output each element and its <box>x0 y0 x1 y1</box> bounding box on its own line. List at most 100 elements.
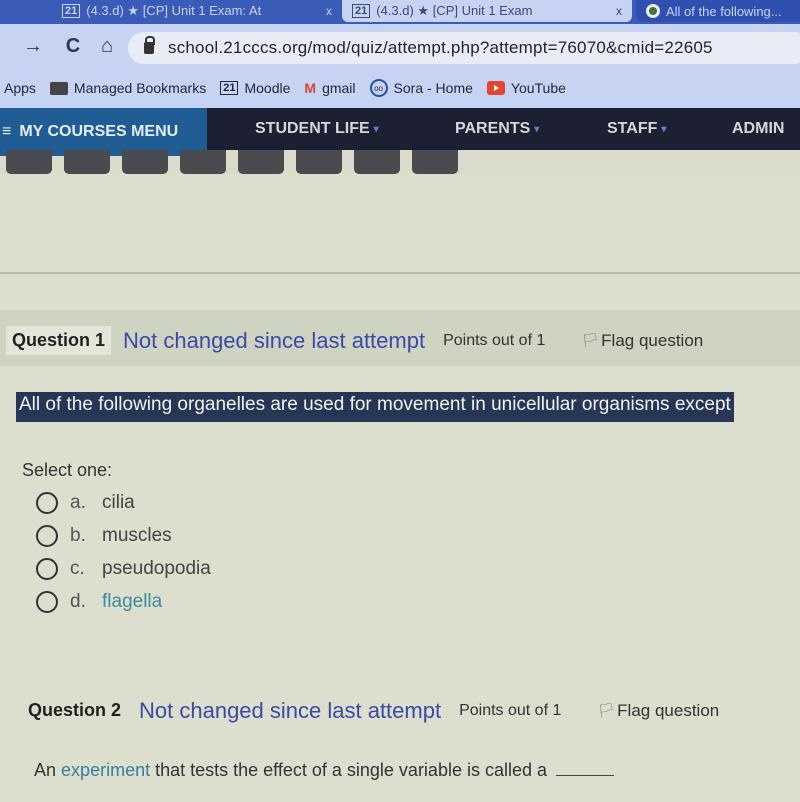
bookmark-sora[interactable]: oo Sora - Home <box>369 79 473 97</box>
question-points: Points out of 1 <box>459 701 562 719</box>
question-state: Not changed since last attempt <box>123 327 426 353</box>
question-2-text: An experiment that tests the effect of a… <box>34 760 615 781</box>
sora-icon: oo <box>369 79 388 97</box>
caret-down-icon: ▾ <box>373 123 379 135</box>
flag-label: Flag question <box>601 330 704 350</box>
bookmarks-bar: Apps Managed Bookmarks 21 Moodle M gmail… <box>0 68 800 108</box>
answer-option-a[interactable]: a. cilia <box>36 490 211 515</box>
glossary-link[interactable]: experiment <box>61 760 150 780</box>
browser-toolbar: → C ⌂ school.21cccs.org/mod/quiz/attempt… <box>0 24 800 68</box>
option-text: muscles <box>102 524 172 546</box>
nav-admin[interactable]: ADMIN <box>732 120 784 138</box>
youtube-icon <box>486 81 505 95</box>
divider <box>0 272 800 274</box>
select-one-prompt: Select one: <box>22 460 113 480</box>
21cccs-icon: 21 <box>62 4 81 18</box>
bookmark-label: gmail <box>322 80 356 96</box>
question-1-header: Question 1 Not changed since last attemp… <box>6 326 703 355</box>
home-icon[interactable]: ⌂ <box>92 35 122 58</box>
nav-label: ADMIN <box>732 120 785 137</box>
gmail-icon: M <box>304 80 317 96</box>
q2-text-post: that tests the effect of a single variab… <box>155 760 548 780</box>
option-letter: c. <box>70 557 85 579</box>
tab-bar: 21 (4.3.d) ★ [CP] Unit 1 Exam: At x 21 (… <box>0 0 800 24</box>
bookmark-label: Managed Bookmarks <box>73 80 207 96</box>
url-text: school.21cccs.org/mod/quiz/attempt.php?a… <box>168 38 713 57</box>
quiz-nav-tile[interactable] <box>296 150 342 174</box>
radio-button[interactable] <box>36 557 58 580</box>
answer-option-d[interactable]: d. flagella <box>36 589 211 614</box>
radio-button[interactable] <box>36 590 58 613</box>
hamburger-icon: ≡ <box>2 123 12 140</box>
question-1-text: All of the following organelles are used… <box>16 392 734 422</box>
nav-label: STAFF <box>607 120 658 137</box>
quiz-nav-tile[interactable] <box>64 150 110 174</box>
flag-question-button[interactable]: 🏳 Flag question <box>597 701 719 721</box>
flag-label: Flag question <box>617 700 720 720</box>
caret-down-icon: ▾ <box>534 123 540 135</box>
nav-staff[interactable]: STAFF ▾ <box>607 120 666 138</box>
question-state: Not changed since last attempt <box>139 697 442 723</box>
quiz-nav-tile[interactable] <box>6 150 52 174</box>
reload-icon[interactable]: C <box>58 35 88 58</box>
google-icon <box>646 4 660 18</box>
quiz-nav-tile[interactable] <box>180 150 226 174</box>
close-icon[interactable]: x <box>326 4 332 18</box>
option-letter: a. <box>70 491 86 513</box>
21cccs-icon: 21 <box>352 4 371 18</box>
tab-title: (4.3.d) ★ [CP] Unit 1 Exam: At <box>86 3 262 18</box>
browser-tab[interactable]: All of the following... <box>636 0 800 22</box>
nav-label: STUDENT LIFE <box>255 120 370 137</box>
bookmark-label: Apps <box>4 80 36 96</box>
address-bar[interactable]: school.21cccs.org/mod/quiz/attempt.php?a… <box>128 32 800 64</box>
option-text: cilia <box>102 491 135 513</box>
nav-student-life[interactable]: STUDENT LIFE ▾ <box>255 120 379 138</box>
answer-blank <box>556 775 615 776</box>
bookmark-gmail[interactable]: M gmail <box>304 80 355 96</box>
quiz-nav-tile[interactable] <box>238 150 284 174</box>
bookmark-apps[interactable]: Apps <box>4 80 36 96</box>
question-number: Question 1 <box>6 326 112 355</box>
q2-text-pre: An <box>34 760 57 780</box>
flag-icon: 🏳 <box>581 332 600 348</box>
lock-icon <box>144 36 155 54</box>
bookmark-moodle[interactable]: 21 Moodle <box>220 80 290 96</box>
folder-icon <box>49 81 68 95</box>
question-points: Points out of 1 <box>443 331 546 349</box>
answer-options: a. cilia b. muscles c. pseudopodia d. fl… <box>36 490 211 614</box>
bookmark-youtube[interactable]: YouTube <box>486 80 566 96</box>
my-courses-menu-button[interactable]: ≡ MY COURSES MENU <box>0 108 207 156</box>
glossary-link[interactable]: flagella <box>102 591 162 613</box>
option-letter: d. <box>70 590 86 612</box>
tab-title: All of the following... <box>666 3 782 19</box>
bookmark-managed[interactable]: Managed Bookmarks <box>49 80 207 96</box>
site-navbar: ≡ MY COURSES MENU STUDENT LIFE ▾ PARENTS… <box>0 108 800 156</box>
browser-tab-active[interactable]: 21 (4.3.d) ★ [CP] Unit 1 Exam x <box>342 0 632 22</box>
quiz-nav-tile[interactable] <box>122 150 168 174</box>
close-icon[interactable]: x <box>616 4 622 18</box>
bookmark-label: Sora - Home <box>393 80 473 96</box>
option-text: pseudopodia <box>102 557 211 579</box>
quiz-navigation-tiles <box>6 150 458 174</box>
tab-title: (4.3.d) ★ [CP] Unit 1 Exam <box>376 3 533 18</box>
flag-question-button[interactable]: 🏳 Flag question <box>581 331 703 351</box>
bookmark-label: YouTube <box>510 80 566 96</box>
forward-icon[interactable]: → <box>18 35 48 58</box>
nav-parents[interactable]: PARENTS ▾ <box>455 120 539 138</box>
my-courses-label: MY COURSES MENU <box>19 123 179 140</box>
option-letter: b. <box>70 524 86 546</box>
radio-button[interactable] <box>36 524 58 547</box>
21cccs-icon: 21 <box>220 81 239 95</box>
browser-tab[interactable]: 21 (4.3.d) ★ [CP] Unit 1 Exam: At x <box>52 0 342 22</box>
quiz-nav-tile[interactable] <box>412 150 458 174</box>
bookmark-label: Moodle <box>244 80 291 96</box>
caret-down-icon: ▾ <box>661 123 667 135</box>
nav-label: PARENTS <box>455 120 531 137</box>
answer-option-c[interactable]: c. pseudopodia <box>36 556 211 581</box>
flag-icon: 🏳 <box>597 702 616 718</box>
question-2-header: Question 2 Not changed since last attemp… <box>22 696 719 725</box>
question-number: Question 2 <box>28 700 122 720</box>
radio-button[interactable] <box>36 491 58 514</box>
quiz-nav-tile[interactable] <box>354 150 400 174</box>
answer-option-b[interactable]: b. muscles <box>36 523 211 548</box>
